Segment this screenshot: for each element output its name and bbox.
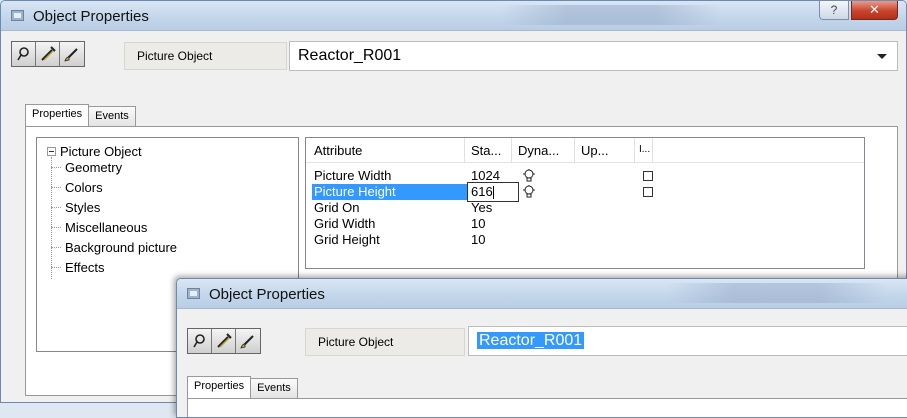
tab-strip: Properties Events [25,104,136,126]
grid-header: Attribute Sta... Dyna... Up... I... [306,138,864,163]
static-value[interactable]: 10 [471,216,485,232]
tab-strip: Properties Events [187,376,298,398]
tab-events[interactable]: Events [88,106,136,126]
table-row[interactable]: Grid On Yes [306,200,864,216]
pipette-icon [216,333,232,348]
tree-item-styles[interactable]: Styles [51,197,177,217]
column-update[interactable]: Up... [581,143,608,163]
close-button[interactable]: ✕ [851,1,898,20]
static-value-editor[interactable]: 616 [467,182,519,202]
tab-events[interactable]: Events [250,378,298,398]
tree-item-colors[interactable]: Colors [51,177,177,197]
column-indirect[interactable]: I... [639,144,650,164]
object-type-label: Picture Object [305,328,465,356]
brush-icon [240,335,254,349]
object-type-label: Picture Object [124,42,287,70]
attribute-name: Grid Width [314,216,376,231]
window-title: Object Properties [33,8,149,25]
pin-icon [16,47,29,61]
object-name-field[interactable]: Reactor_R001 [468,326,907,356]
apply-format-button[interactable] [60,42,84,66]
attribute-name: Grid Height [314,232,380,247]
attribute-name: Picture Height [312,184,472,200]
window-title: Object Properties [209,286,325,303]
object-name-value: Reactor_R001 [477,332,585,349]
chevron-down-icon[interactable] [877,54,887,59]
static-value[interactable]: Yes [471,200,492,216]
pin-button[interactable] [188,329,212,353]
pin-toolbar [187,328,261,354]
brush-icon [64,48,78,62]
pin-button[interactable] [12,42,36,66]
help-button[interactable]: ? [819,1,849,20]
properties-panel [187,398,907,417]
column-static[interactable]: Sta... [471,143,501,163]
attribute-name: Grid On [314,200,360,215]
static-value[interactable]: 10 [471,232,485,248]
background-window-glimpse [501,5,721,25]
background-window-glimpse [667,283,887,303]
pin-toolbar [11,41,85,67]
tree-item-background-picture[interactable]: Background picture [51,237,177,257]
attribute-name: Picture Width [314,168,392,183]
object-name-value: Reactor_R001 [298,47,402,64]
table-row[interactable]: Grid Width 10 [306,216,864,232]
pipette-icon [40,46,56,61]
apply-format-button[interactable] [236,329,260,353]
indirect-checkbox[interactable] [643,187,653,197]
pin-icon [192,334,205,348]
indirect-checkbox[interactable] [643,171,653,181]
copy-format-button[interactable] [36,42,60,66]
column-attribute[interactable]: Attribute [314,143,362,163]
collapse-icon[interactable] [47,147,56,156]
tree-item-effects[interactable]: Effects [51,257,177,277]
table-row[interactable]: Picture Width 1024 [306,168,864,184]
column-dynamic[interactable]: Dyna... [518,143,559,163]
table-row[interactable]: Grid Height 10 [306,232,864,248]
lightbulb-icon[interactable] [523,185,535,199]
tab-properties[interactable]: Properties [187,376,252,398]
title-bar[interactable]: Object Properties [177,279,907,309]
title-bar[interactable]: Object Properties ? ✕ [1,1,906,31]
tree-item-geometry[interactable]: Geometry [51,157,177,177]
table-row[interactable]: Picture Height 616 [306,182,864,202]
tree-item-miscellaneous[interactable]: Miscellaneous [51,217,177,237]
tab-properties[interactable]: Properties [25,104,90,126]
object-properties-window-front: Object Properties Picture Object Reactor… [176,278,907,418]
window-icon [187,288,200,299]
window-icon [11,10,24,21]
lightbulb-icon[interactable] [523,169,535,183]
attribute-grid[interactable]: Attribute Sta... Dyna... Up... I... Pict… [305,137,865,269]
copy-format-button[interactable] [212,329,236,353]
object-name-dropdown[interactable]: Reactor_R001 [289,41,898,71]
